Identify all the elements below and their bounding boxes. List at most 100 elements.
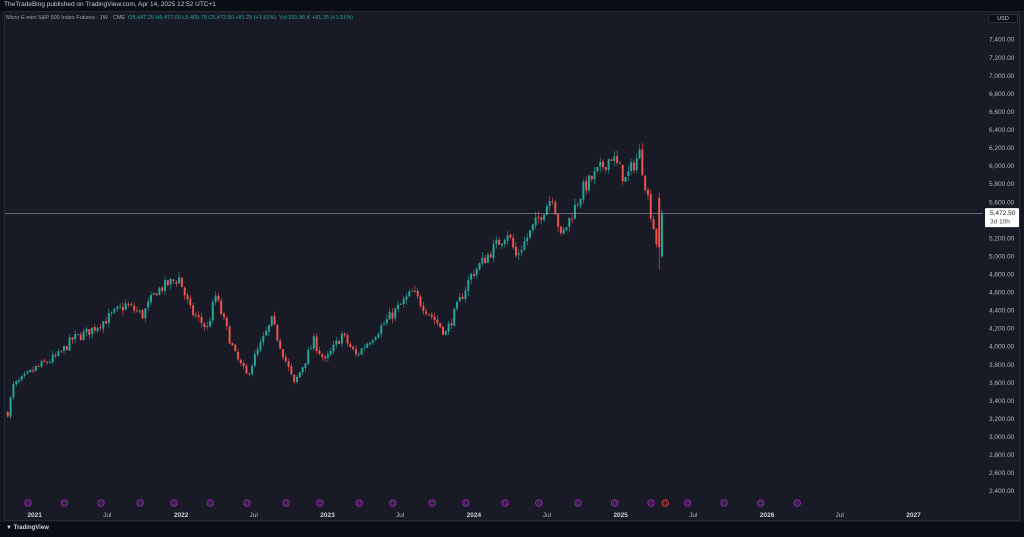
price-tick-label: 6,000.00	[989, 163, 1015, 170]
time-tick-label: 2026	[760, 512, 775, 519]
candle-down	[318, 350, 321, 354]
price-axis[interactable]: 7,400.00 7,200.00 7,000.00 6,800.00 6,600.00…	[989, 37, 1015, 495]
candle-down	[343, 333, 346, 336]
candle-down	[65, 346, 68, 351]
candle-up	[119, 306, 122, 308]
event-marker-ring	[683, 499, 692, 507]
calendar-event-icon[interactable]	[535, 499, 543, 507]
candle-up	[102, 321, 105, 329]
candle-up	[593, 171, 596, 180]
event-marker-ring	[574, 499, 582, 507]
calendar-event-icon[interactable]	[647, 499, 655, 507]
candle-down	[472, 274, 475, 277]
candle-up	[495, 240, 498, 244]
candle-down	[220, 300, 223, 315]
candle-down	[509, 234, 512, 238]
candle-up	[579, 199, 582, 206]
candle-up	[397, 304, 400, 310]
candle-up	[138, 310, 141, 312]
price-tick-label: 6,200.00	[989, 145, 1015, 152]
candle-up	[357, 354, 360, 355]
candle-down	[186, 294, 189, 300]
candle-up	[211, 302, 214, 321]
calendar-event-icon[interactable]	[574, 499, 582, 507]
candle-down	[121, 306, 124, 311]
candle-down	[439, 323, 442, 328]
candle-down	[127, 304, 130, 306]
time-tick-label: 2022	[174, 512, 189, 519]
tradingview-logo-icon: ▼	[6, 525, 12, 531]
footer-bar	[0, 522, 1024, 537]
calendar-event-icon[interactable]	[282, 499, 290, 507]
calendar-event-icon[interactable]	[428, 499, 436, 507]
price-tick-label: 5,200.00	[989, 235, 1015, 242]
candle-down	[6, 411, 9, 417]
candle-up	[548, 201, 551, 207]
calendar-event-icon[interactable]	[136, 499, 144, 507]
candle-up	[74, 334, 77, 340]
price-tick-label: 2,800.00	[989, 452, 1015, 459]
calendar-event-icon[interactable]	[60, 499, 69, 507]
candle-down	[646, 189, 649, 196]
candle-down	[37, 365, 40, 367]
candle-up	[12, 383, 15, 398]
calendar-event-icon[interactable]	[501, 499, 509, 507]
calendar-event-icon[interactable]	[683, 499, 692, 507]
candle-up	[77, 334, 79, 335]
candle-up	[82, 331, 85, 340]
calendar-event-icon[interactable]	[170, 499, 178, 507]
calendar-event-icon[interactable]	[793, 499, 801, 507]
candle-up	[147, 301, 150, 308]
candle-up	[312, 336, 315, 349]
calendar-event-icon[interactable]	[462, 499, 470, 507]
candle-up	[607, 159, 610, 171]
candle-up	[57, 351, 60, 356]
candle-up	[262, 335, 265, 343]
candle-down	[425, 311, 428, 314]
candle-up	[304, 363, 307, 368]
candle-down	[88, 328, 91, 336]
price-tick-label: 7,400.00	[989, 37, 1015, 44]
candle-down	[632, 162, 635, 171]
event-marker-ring	[535, 499, 543, 507]
calendar-event-icon[interactable]	[661, 499, 669, 507]
candle-up	[158, 287, 161, 295]
price-tick-label: 4,400.00	[989, 308, 1015, 315]
candle-up	[335, 340, 338, 345]
candle-up	[68, 337, 71, 351]
calendar-event-icon[interactable]	[206, 499, 215, 507]
candle-down	[175, 281, 178, 284]
calendar-event-icon[interactable]	[243, 499, 251, 507]
candle-up	[635, 158, 638, 171]
calendar-event-icon[interactable]	[97, 499, 105, 507]
candle-up	[573, 204, 576, 219]
candles	[6, 143, 663, 420]
event-marker-ring	[243, 499, 251, 507]
candle-up	[529, 230, 532, 238]
candle-up	[363, 347, 366, 349]
event-markers[interactable]	[24, 499, 801, 507]
calendar-event-icon[interactable]	[389, 499, 397, 507]
calendar-event-icon[interactable]	[720, 499, 728, 507]
candle-up	[503, 240, 506, 245]
candle-up	[492, 244, 495, 259]
candle-up	[534, 217, 537, 226]
calendar-event-icon[interactable]	[610, 499, 619, 507]
candle-down	[133, 305, 136, 311]
candle-down	[498, 239, 501, 245]
candle-up	[178, 277, 181, 284]
time-axis[interactable]: 2021 Jul 2022 Jul 2023 Jul 2024 Jul 2025 Jul 2026 J…	[27, 512, 921, 519]
calendar-event-icon[interactable]	[355, 499, 363, 507]
time-tick-label: 2027	[906, 512, 921, 519]
calendar-event-icon[interactable]	[316, 499, 324, 507]
candle-up	[96, 327, 99, 331]
candlestick-chart[interactable]: 7,400.00 7,200.00 7,000.00 6,800.00 6,600.00…	[0, 0, 1024, 537]
candle-down	[155, 293, 158, 296]
candle-up	[599, 162, 602, 167]
candle-up	[517, 253, 520, 255]
event-marker-ring	[206, 499, 215, 507]
event-marker-ring	[610, 499, 619, 507]
calendar-event-icon[interactable]	[24, 499, 32, 507]
calendar-event-icon[interactable]	[756, 499, 765, 507]
candle-down	[273, 315, 276, 325]
